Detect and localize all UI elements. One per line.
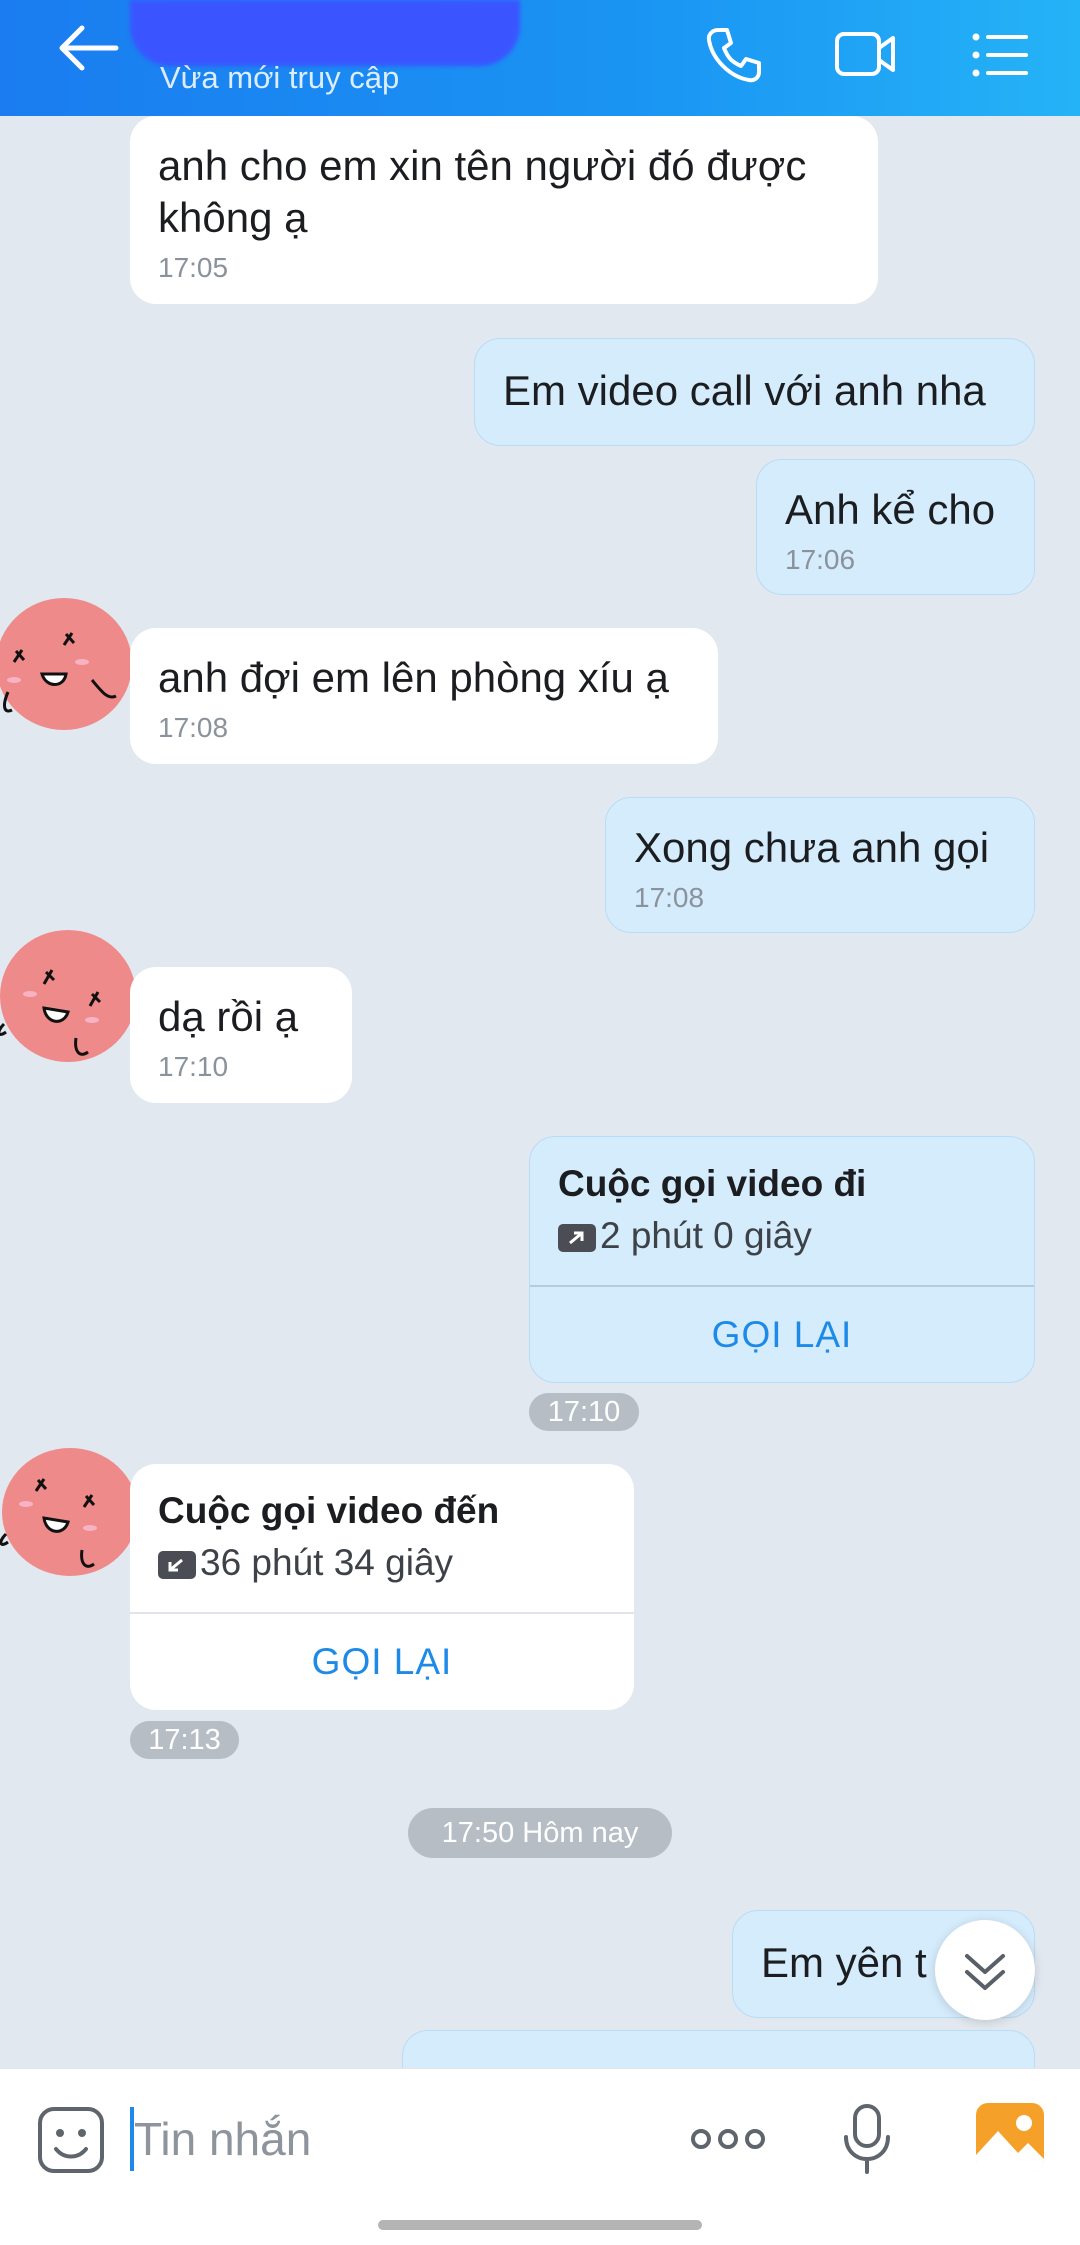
contact-avatar[interactable]	[0, 596, 134, 736]
message-time: 17:06	[785, 544, 856, 575]
message-bubble-outgoing[interactable]: Anh kể cho 17:06	[756, 459, 1035, 595]
arrow-left-icon[interactable]	[50, 18, 130, 78]
more-dots-icon[interactable]	[690, 2119, 766, 2159]
video-call-in-icon	[158, 1551, 196, 1579]
phone-icon[interactable]	[700, 22, 766, 88]
message-time: 17:08	[634, 882, 705, 913]
online-status: Vừa mới truy cập	[160, 60, 400, 95]
video-camera-icon[interactable]	[833, 22, 899, 88]
message-time: 17:10	[158, 1051, 229, 1082]
home-indicator	[378, 2220, 702, 2230]
call-back-button[interactable]: GỌI LẠI	[130, 1614, 634, 1710]
message-text: Xong chưa anh gọi	[634, 824, 990, 871]
message-bubble-outgoing[interactable]: Xong chưa anh gọi 17:08	[605, 797, 1035, 933]
call-log-card-incoming: Cuộc gọi video đến 36 phút 34 giây GỌI L…	[130, 1464, 634, 1710]
call-back-button[interactable]: GỌI LẠI	[530, 1287, 1034, 1382]
message-text: Em video call với anh nha	[503, 367, 986, 414]
emoji-icon[interactable]	[36, 2105, 106, 2175]
contact-name-redacted[interactable]	[130, 0, 520, 66]
message-text: anh cho em xin tên người đó được không ạ	[158, 142, 807, 241]
contact-avatar[interactable]	[0, 928, 134, 1068]
message-text: anh đợi em lên phòng xíu ạ	[158, 654, 669, 701]
call-duration: 36 phút 34 giây	[200, 1542, 454, 1583]
message-composer	[0, 2068, 1080, 2245]
microphone-icon[interactable]	[842, 2103, 892, 2175]
gallery-icon[interactable]	[974, 2101, 1046, 2173]
message-time: 17:08	[158, 712, 229, 743]
list-menu-icon[interactable]	[968, 22, 1034, 88]
call-title: Cuộc gọi video đi	[558, 1163, 867, 1204]
message-text: dạ rồi ạ	[158, 993, 299, 1040]
chat-header: Vừa mới truy cập	[0, 0, 1080, 116]
scroll-to-bottom-button[interactable]	[935, 1920, 1035, 2020]
message-bubble-incoming[interactable]: anh cho em xin tên người đó được không ạ…	[130, 116, 878, 304]
call-duration: 2 phút 0 giây	[600, 1215, 812, 1256]
message-bubble-incoming[interactable]: anh đợi em lên phòng xíu ạ 17:08	[130, 628, 718, 764]
video-call-out-icon	[558, 1224, 596, 1252]
message-time-pill: 17:10	[529, 1393, 639, 1431]
message-time-pill: 17:13	[130, 1721, 239, 1759]
message-bubble-incoming[interactable]: dạ rồi ạ 17:10	[130, 967, 352, 1103]
message-time: 17:05	[158, 252, 229, 283]
message-text: Anh kể cho	[785, 486, 996, 533]
call-log-card-outgoing: Cuộc gọi video đi 2 phút 0 giây GỌI LẠI	[529, 1136, 1035, 1383]
date-separator: 17:50 Hôm nay	[408, 1808, 672, 1858]
message-input[interactable]	[134, 2107, 654, 2171]
message-bubble-outgoing[interactable]: Em video call với anh nha	[474, 338, 1035, 446]
call-title: Cuộc gọi video đến	[158, 1490, 500, 1531]
contact-avatar[interactable]	[0, 1446, 136, 1586]
double-chevron-down-icon	[965, 1954, 1005, 1990]
